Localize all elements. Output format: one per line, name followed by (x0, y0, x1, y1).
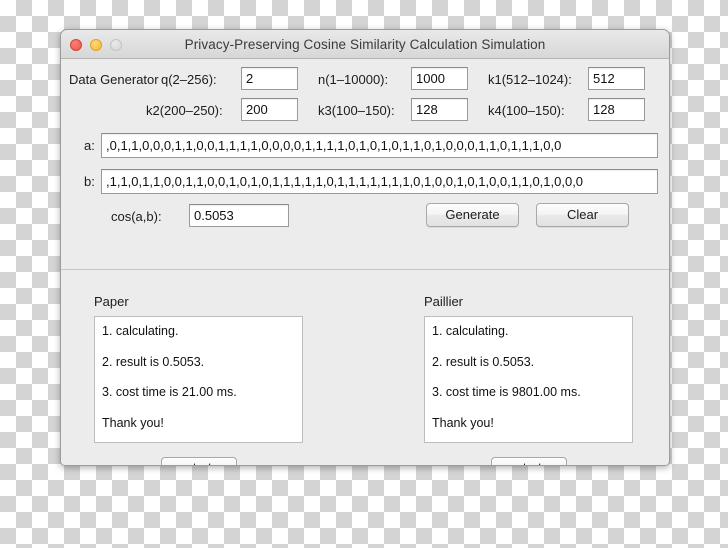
param-label-k3: k3(100–150): (318, 103, 395, 118)
window-controls (70, 30, 122, 59)
param-input-q[interactable]: 2 (241, 67, 298, 90)
right-result-line: Thank you! (432, 415, 494, 430)
param-label-q: q(2–256): (161, 72, 217, 87)
window-title: Privacy-Preserving Cosine Similarity Cal… (184, 36, 546, 52)
param-label-n: n(1–10000): (318, 72, 389, 87)
right-panel-title: Paillier (424, 294, 464, 309)
cosine-label: cos(a,b): (111, 209, 162, 224)
left-result-output[interactable]: 1. calculating. 2. result is 0.5053. 3. … (94, 316, 303, 443)
right-result-line: 1. calculating. (432, 324, 509, 338)
left-result-line: Thank you! (102, 415, 164, 430)
param-label-k4: k4(100–150): (488, 103, 565, 118)
left-result-line: 3. cost time is 21.00 ms. (102, 385, 237, 399)
param-input-k2[interactable]: 200 (241, 98, 298, 121)
left-start-button[interactable]: start (161, 457, 237, 465)
generate-button[interactable]: Generate (426, 203, 519, 227)
minimize-button[interactable] (90, 38, 102, 51)
vector-b-label: b: (84, 174, 95, 189)
right-result-line: 3. cost time is 9801.00 ms. (432, 385, 581, 399)
window-body: Data Generator q(2–256): 2 n(1–10000): 1… (61, 59, 669, 465)
zoom-button[interactable] (110, 38, 122, 51)
title-bar[interactable]: Privacy-Preserving Cosine Similarity Cal… (61, 30, 669, 59)
cosine-value-input[interactable]: 0.5053 (189, 204, 289, 227)
param-input-k1[interactable]: 512 (588, 67, 645, 90)
vector-a-label: a: (84, 138, 95, 153)
param-input-n[interactable]: 1000 (411, 67, 468, 90)
left-panel-title: Paper (94, 294, 129, 309)
app-window: Privacy-Preserving Cosine Similarity Cal… (60, 29, 670, 466)
right-result-line: 2. result is 0.5053. (432, 354, 535, 369)
param-label-k2: k2(200–250): (146, 103, 223, 118)
clear-button[interactable]: Clear (536, 203, 629, 227)
vector-b-input[interactable]: ,1,1,0,1,1,0,0,1,1,0,0,1,0,1,0,1,1,1,1,1… (101, 169, 658, 194)
close-button[interactable] (70, 38, 82, 51)
section-divider (61, 269, 669, 270)
right-result-output[interactable]: 1. calculating. 2. result is 0.5053. 3. … (424, 316, 633, 443)
data-generator-label: Data Generator (69, 72, 159, 87)
vector-a-input[interactable]: ,0,1,1,0,0,0,1,1,0,0,1,1,1,1,0,0,0,0,1,1… (101, 133, 658, 158)
param-input-k3[interactable]: 128 (411, 98, 468, 121)
param-label-k1: k1(512–1024): (488, 72, 572, 87)
right-start-button[interactable]: start (491, 457, 567, 465)
left-result-line: 1. calculating. (102, 324, 179, 338)
param-input-k4[interactable]: 128 (588, 98, 645, 121)
left-result-line: 2. result is 0.5053. (102, 354, 205, 369)
